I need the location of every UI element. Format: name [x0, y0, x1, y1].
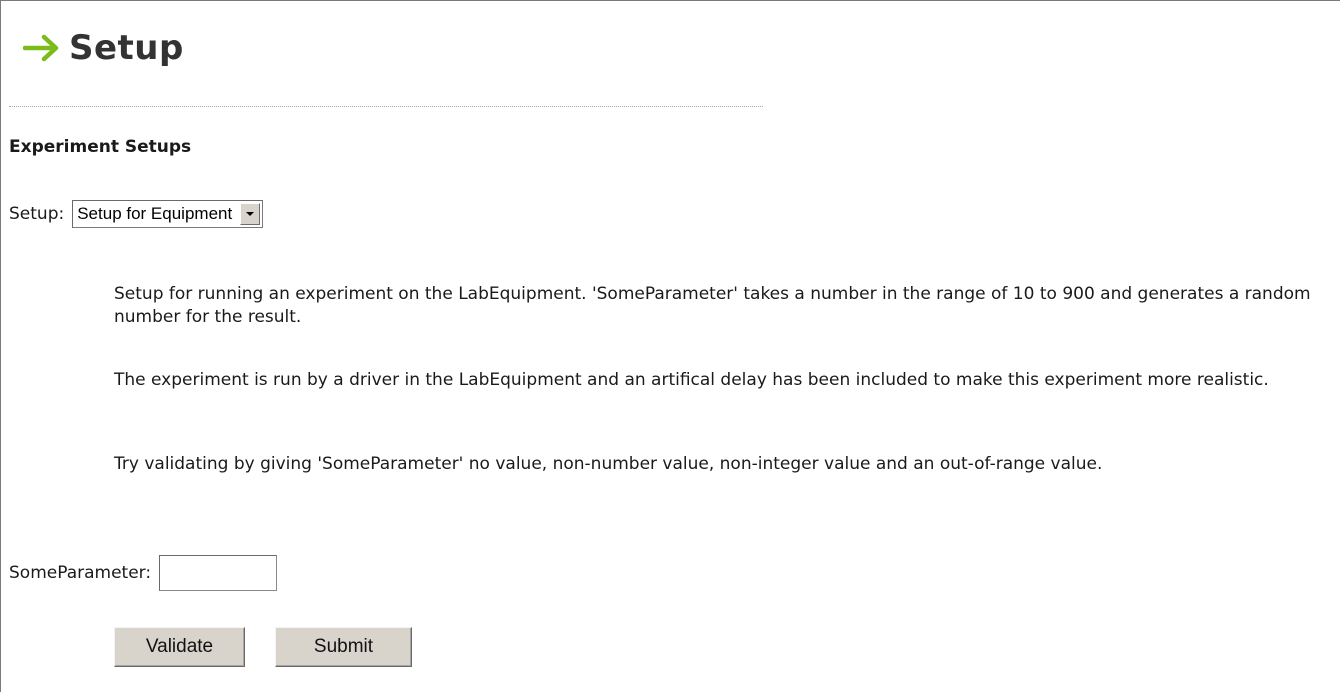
setup-select[interactable]: Setup for Equipment	[72, 200, 264, 228]
setup-row: Setup: Setup for Equipment	[9, 198, 264, 230]
right-arrow-icon	[22, 33, 61, 63]
setup-select-value: Setup for Equipment	[77, 204, 233, 223]
divider	[9, 106, 763, 107]
page-title: Setup	[69, 28, 184, 68]
description-paragraph: The experiment is run by a driver in the…	[114, 370, 1269, 390]
section-heading: Experiment Setups	[9, 137, 192, 157]
button-row: Validate Submit	[114, 627, 412, 667]
parameter-row: SomeParameter:	[9, 554, 278, 592]
page-header: Setup	[22, 23, 184, 73]
submit-button[interactable]: Submit	[275, 627, 412, 667]
validate-button[interactable]: Validate	[114, 627, 245, 667]
setup-label: Setup:	[9, 204, 65, 224]
description-paragraph: Try validating by giving 'SomeParameter'…	[114, 454, 1103, 474]
some-parameter-input[interactable]	[159, 555, 278, 591]
parameter-label: SomeParameter:	[9, 563, 152, 583]
chevron-down-icon	[246, 212, 255, 216]
page-frame: Setup Experiment Setups Setup: Setup for…	[0, 0, 1340, 692]
dropdown-button[interactable]	[240, 203, 261, 225]
description-paragraph: Setup for running an experiment on the L…	[114, 284, 1311, 327]
